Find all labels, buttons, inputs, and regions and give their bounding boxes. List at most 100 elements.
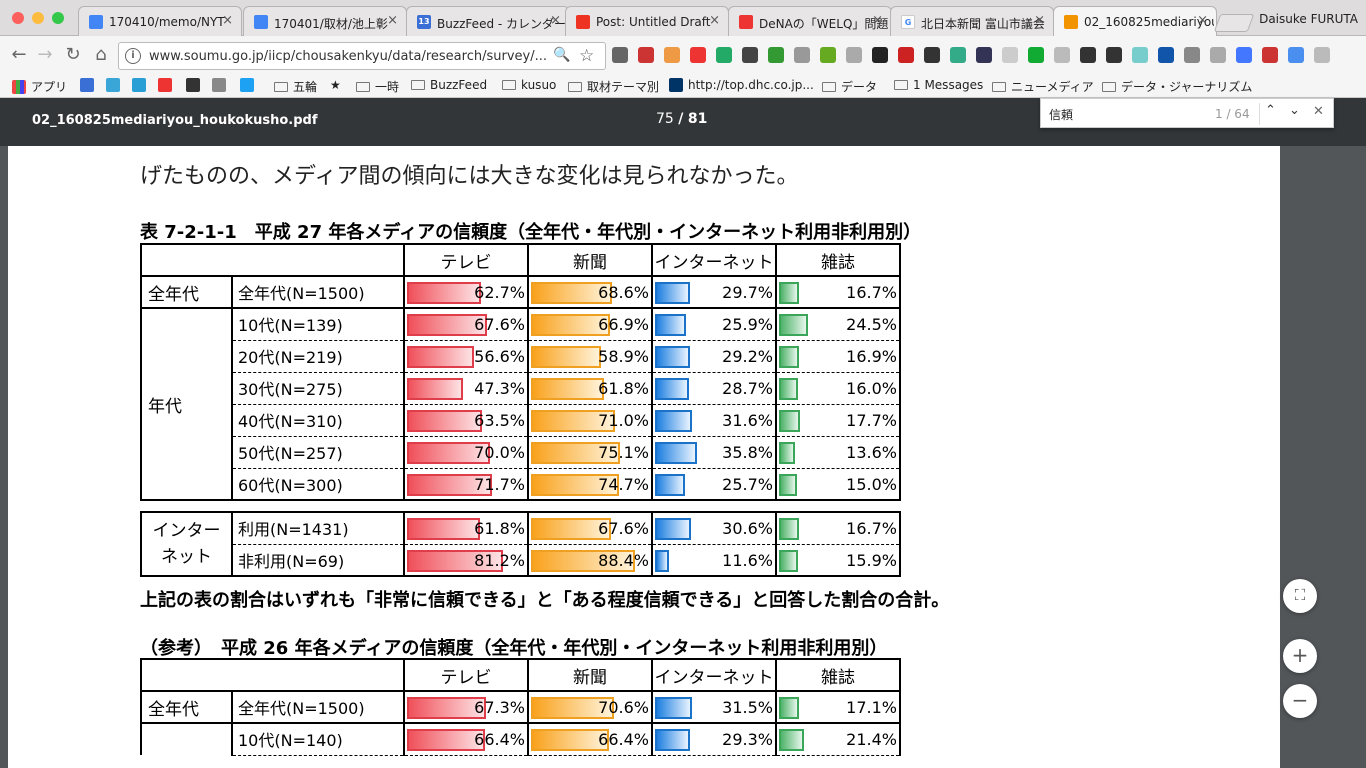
value-bar	[655, 473, 686, 496]
close-tab-icon[interactable]: ×	[709, 13, 720, 28]
extension-icon[interactable]	[1314, 47, 1330, 63]
group-label: 全年代	[140, 691, 233, 724]
group-label: 年代	[140, 308, 233, 501]
tab-5[interactable]: DeNAの「WELQ」問題 ×	[728, 6, 892, 36]
extension-icon[interactable]	[690, 47, 706, 63]
zoom-icon[interactable]: 🔍	[553, 47, 570, 63]
value-cell: 88.4%	[527, 544, 653, 577]
find-input[interactable]: 信頼	[1049, 106, 1073, 123]
extension-icon[interactable]	[1184, 47, 1200, 63]
page-current[interactable]: 75	[656, 111, 674, 127]
extension-icon[interactable]	[1028, 47, 1044, 63]
extension-icon[interactable]	[1210, 47, 1226, 63]
extension-icon[interactable]	[1236, 47, 1252, 63]
extension-icon[interactable]	[924, 47, 940, 63]
bookmark-item[interactable]: データ	[822, 78, 877, 95]
bookmark-item[interactable]: BuzzFeed	[411, 78, 487, 92]
tab-6[interactable]: G 北日本新聞 富山市議会 ×	[890, 6, 1054, 36]
close-tab-icon[interactable]: ×	[222, 13, 233, 28]
bookmark-item[interactable]: http://top.dhc.co.jp...	[669, 78, 814, 92]
bookmark-star-icon[interactable]: ☆	[579, 46, 594, 66]
bookmark-item[interactable]: 1 Messages	[894, 78, 983, 92]
value-bar	[407, 409, 482, 432]
address-bar[interactable]: i www.soumu.go.jp/iicp/chousakenkyu/data…	[118, 42, 606, 70]
bookmark-item[interactable]: 取材テーマ別	[568, 78, 659, 95]
info-icon[interactable]: i	[125, 48, 141, 64]
close-tab-icon[interactable]: ×	[1197, 13, 1208, 28]
bookmark-item[interactable]: データ・ジャーナリズム	[1102, 78, 1252, 95]
value-label: 58.9%	[598, 346, 649, 366]
close-tab-icon[interactable]: ×	[1034, 13, 1045, 28]
home-icon[interactable]: ⌂	[90, 44, 112, 65]
minimize-window-button[interactable]	[32, 12, 44, 24]
close-tab-icon[interactable]: ×	[550, 13, 561, 28]
tab-1[interactable]: 170410/memo/NYT ×	[78, 6, 242, 36]
zoom-out-button[interactable]: −	[1283, 684, 1317, 718]
bookmark-item[interactable]: ニューメディア	[992, 78, 1094, 95]
find-close-icon[interactable]: ✕	[1313, 104, 1324, 119]
extension-icon[interactable]	[742, 47, 758, 63]
extension-icon[interactable]	[1002, 47, 1018, 63]
bookmark-icon[interactable]	[80, 78, 99, 92]
tab-7[interactable]: 02_160825mediariyou ×	[1053, 6, 1217, 36]
extension-icon[interactable]	[1288, 47, 1304, 63]
bookmark-icon[interactable]	[186, 78, 205, 92]
value-label: 66.4%	[474, 730, 525, 749]
fit-page-button[interactable]: ⛶	[1283, 579, 1317, 613]
tab-4[interactable]: Post: Untitled Draft ×	[565, 6, 729, 36]
find-prev-icon[interactable]: ⌃	[1265, 103, 1276, 118]
folder-icon	[274, 82, 288, 92]
close-tab-icon[interactable]: ×	[872, 13, 883, 28]
url-text[interactable]: www.soumu.go.jp/iicp/chousakenkyu/data/r…	[149, 49, 547, 64]
value-cell: 16.7%	[775, 511, 901, 545]
bookmark-icon[interactable]	[212, 78, 231, 92]
extension-icon[interactable]	[1106, 47, 1122, 63]
find-bar: 信頼 1 / 64 ⌃ ⌄ ✕	[1040, 98, 1334, 128]
extension-icon[interactable]	[612, 47, 628, 63]
value-label: 15.0%	[846, 474, 897, 494]
page-total: 81	[687, 111, 708, 127]
extension-icon[interactable]	[1054, 47, 1070, 63]
value-label: 61.8%	[474, 519, 525, 538]
back-icon[interactable]: ←	[8, 44, 30, 65]
extension-icon[interactable]	[820, 47, 836, 63]
value-label: 29.3%	[722, 730, 773, 749]
close-window-button[interactable]	[12, 12, 24, 24]
extension-icon[interactable]	[1158, 47, 1174, 63]
bookmark-icon[interactable]	[158, 78, 177, 92]
bookmark-item[interactable]: kusuo	[502, 78, 556, 92]
profile-name[interactable]: Daisuke FURUTA	[1259, 12, 1358, 26]
tab-2[interactable]: 170401/取材/池上彰 ×	[243, 6, 407, 36]
extension-icon[interactable]	[1262, 47, 1278, 63]
forward-icon[interactable]: →	[34, 44, 56, 65]
bookmark-icon[interactable]	[132, 78, 151, 92]
extension-icon[interactable]	[976, 47, 992, 63]
find-next-icon[interactable]: ⌄	[1289, 103, 1300, 118]
extension-icon[interactable]	[846, 47, 862, 63]
value-cell: 35.8%	[651, 436, 777, 469]
close-tab-icon[interactable]: ×	[387, 13, 398, 28]
bookmark-item[interactable]: 五輪	[274, 78, 317, 95]
extension-icon[interactable]	[716, 47, 732, 63]
bookmark-icon[interactable]	[106, 78, 125, 92]
value-cell: 16.7%	[775, 276, 901, 309]
extension-icon[interactable]	[794, 47, 810, 63]
extension-icon[interactable]	[1080, 47, 1096, 63]
extension-icon[interactable]	[638, 47, 654, 63]
bookmark-icon[interactable]	[240, 78, 259, 92]
value-label: 16.7%	[846, 283, 897, 302]
bookmark-item[interactable]: 一時	[356, 78, 399, 95]
extension-icon[interactable]	[950, 47, 966, 63]
bookmark-item[interactable]: アプリ	[12, 78, 67, 95]
extension-icon[interactable]	[664, 47, 680, 63]
extension-icon[interactable]	[872, 47, 888, 63]
new-tab-button[interactable]	[1213, 14, 1255, 32]
extension-icon[interactable]	[898, 47, 914, 63]
extension-icon[interactable]	[1132, 47, 1148, 63]
bookmark-star-item[interactable]: ★	[330, 78, 341, 92]
tab-3[interactable]: 13 BuzzFeed - カレンダー ×	[406, 6, 570, 36]
zoom-in-button[interactable]: +	[1283, 639, 1317, 673]
reload-icon[interactable]: ↻	[62, 44, 84, 65]
extension-icon[interactable]	[768, 47, 784, 63]
maximize-window-button[interactable]	[52, 12, 64, 24]
